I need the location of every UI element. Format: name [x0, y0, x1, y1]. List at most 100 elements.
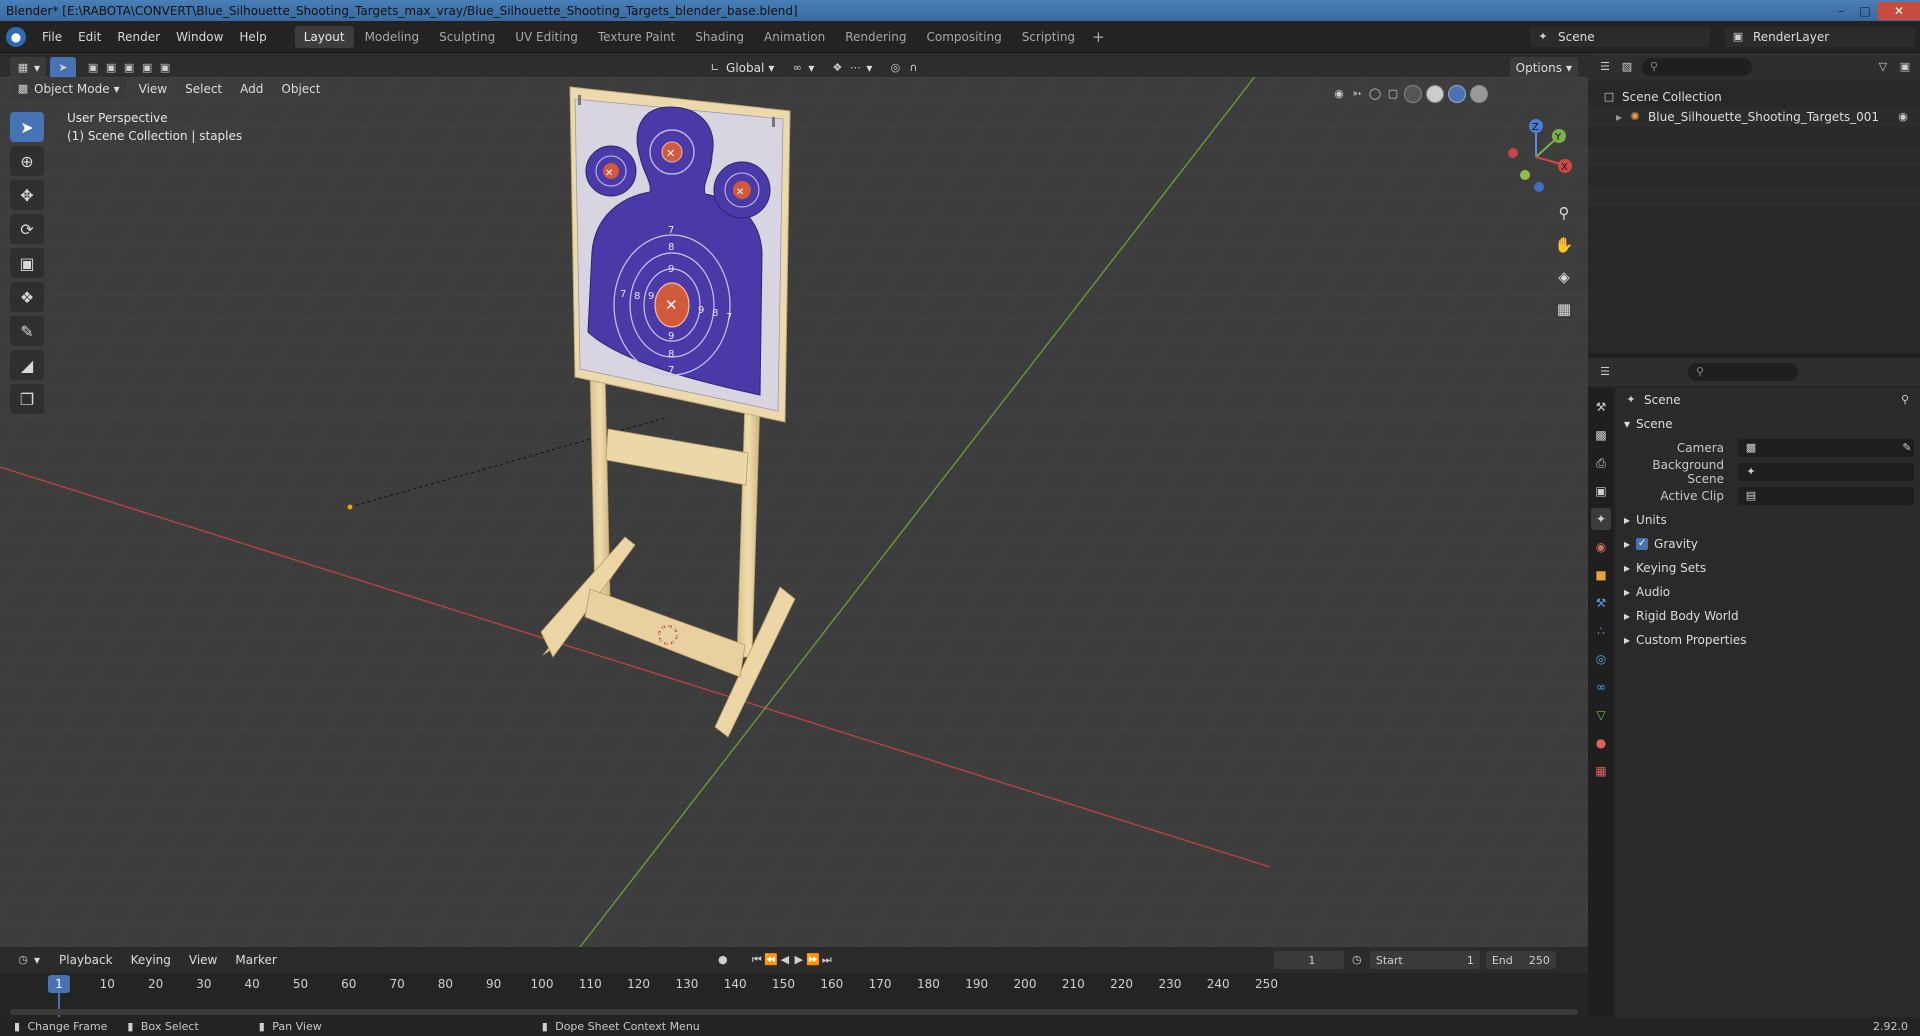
eyedropper-icon[interactable]: ✎ — [1900, 441, 1914, 455]
menu-file[interactable]: File — [34, 30, 70, 44]
view-layer-tab-icon[interactable]: ▣ — [1591, 480, 1611, 502]
menu-edit[interactable]: Edit — [70, 30, 109, 44]
world-tab-icon[interactable]: ◉ — [1591, 536, 1611, 558]
scene-tab-icon[interactable]: ✦ — [1591, 508, 1611, 530]
texture-tab-icon[interactable]: ▦ — [1591, 760, 1611, 782]
timeline-menu-marker[interactable]: Marker — [226, 953, 285, 967]
filter-icon[interactable]: ▽ — [1876, 60, 1890, 74]
stopwatch-icon[interactable]: ◷ — [1350, 953, 1364, 967]
tab-sculpting[interactable]: Sculpting — [430, 26, 504, 48]
tab-rendering[interactable]: Rendering — [836, 26, 915, 48]
custom-properties-panel[interactable]: ▸ Custom Properties — [1616, 628, 1920, 652]
keying-sets-panel[interactable]: ▸ Keying Sets — [1616, 556, 1920, 580]
select-box-tool[interactable]: ➤ — [10, 112, 44, 142]
timeline-menu-keying[interactable]: Keying — [122, 953, 180, 967]
proportional-edit-toggle[interactable]: ◎ ∩ — [882, 57, 926, 79]
viewport-menu-view[interactable]: View — [130, 82, 176, 96]
outliner-editor-icon[interactable]: ☰ — [1598, 60, 1612, 74]
start-frame-field[interactable]: Start 1 — [1369, 951, 1480, 969]
tab-shading[interactable]: Shading — [686, 26, 753, 48]
play-icon[interactable]: ▶ — [792, 953, 806, 967]
jump-start-icon[interactable]: ⏮ — [750, 953, 764, 967]
viewport-menu-select[interactable]: Select — [176, 82, 231, 96]
object-mode-dropdown[interactable]: ▩ Object Mode ▾ — [10, 78, 126, 100]
object-tab-icon[interactable]: ■ — [1591, 564, 1611, 586]
particles-tab-icon[interactable]: ∴ — [1591, 620, 1611, 642]
annotate-tool[interactable]: ✎ — [10, 316, 44, 346]
camera-view-icon[interactable]: ◈ — [1550, 263, 1578, 291]
scale-tool[interactable]: ▣ — [10, 248, 44, 278]
tab-scripting[interactable]: Scripting — [1013, 26, 1084, 48]
gizmo-toggle-icon[interactable]: ➳ — [1350, 87, 1364, 101]
tool-tab-icon[interactable]: ⚒ — [1591, 396, 1611, 418]
menu-render[interactable]: Render — [109, 30, 168, 44]
outliner-scene-collection[interactable]: □ Scene Collection — [1588, 87, 1920, 107]
perspective-grid-icon[interactable]: ▦ — [1550, 295, 1578, 323]
pin-icon[interactable]: ⚲ — [1898, 393, 1912, 407]
prev-keyframe-icon[interactable]: ⏪ — [764, 953, 778, 967]
visibility-icon[interactable]: ◉ — [1332, 87, 1346, 101]
timeline-editor-type[interactable]: ◷ ▾ — [10, 949, 46, 971]
timeline-ruler[interactable]: 1 10 20 30 40 50 60 70 80 90 100 110 120 130 140 150 160… — [0, 973, 1588, 1017]
expand-arrow-icon[interactable]: ▸ — [1616, 110, 1622, 124]
tab-modeling[interactable]: Modeling — [356, 26, 429, 48]
properties-search-input[interactable]: ⚲ — [1688, 363, 1798, 381]
transform-tool[interactable]: ❖ — [10, 282, 44, 312]
pan-hand-icon[interactable]: ✋ — [1550, 231, 1578, 259]
scene-selector[interactable]: ✦ Scene — [1530, 27, 1710, 47]
new-collection-icon[interactable]: ▣ — [1898, 60, 1912, 74]
physics-tab-icon[interactable]: ◎ — [1591, 648, 1611, 670]
solid-shading-button[interactable] — [1426, 85, 1444, 103]
pivot-point-dropdown[interactable]: ∞ ▾ — [784, 57, 820, 79]
move-tool[interactable]: ✥ — [10, 180, 44, 210]
output-tab-icon[interactable]: ⎙ — [1591, 452, 1611, 474]
transform-orientation-dropdown[interactable]: ∟ Global ▾ — [702, 57, 780, 79]
audio-panel[interactable]: ▸ Audio — [1616, 580, 1920, 604]
add-cube-tool[interactable]: ❐ — [10, 384, 44, 414]
material-tab-icon[interactable]: ● — [1591, 732, 1611, 754]
scene-panel-header[interactable]: ▾ Scene — [1616, 412, 1920, 436]
measure-tool[interactable]: ◢ — [10, 350, 44, 380]
current-frame-field[interactable]: 1 — [1273, 951, 1344, 969]
navigation-gizmo[interactable]: Z Y X — [1496, 117, 1576, 197]
gravity-checkbox[interactable]: ✓ — [1636, 538, 1649, 550]
units-panel[interactable]: ▸ Units — [1616, 508, 1920, 532]
modifier-tab-icon[interactable]: ⚒ — [1591, 592, 1611, 614]
outliner-search-input[interactable]: ⚲ — [1642, 58, 1752, 76]
timeline-menu-playback[interactable]: Playback — [50, 953, 122, 967]
jump-end-icon[interactable]: ⏭ — [820, 953, 834, 967]
add-workspace-icon[interactable]: + — [1084, 28, 1113, 46]
overlay-toggle-icon[interactable]: ◯ — [1368, 87, 1382, 101]
rigid-body-world-panel[interactable]: ▸ Rigid Body World — [1616, 604, 1920, 628]
zoom-icon[interactable]: ⚲ — [1550, 199, 1578, 227]
constraints-tab-icon[interactable]: ∞ — [1591, 676, 1611, 698]
select-mode-button[interactable]: ➤ — [50, 57, 77, 79]
end-frame-field[interactable]: End 250 — [1485, 951, 1556, 969]
play-reverse-icon[interactable]: ◀ — [778, 953, 792, 967]
timeline[interactable]: ◷ ▾ Playback Keying View Marker ● ⏮ ⏪ ◀ ▶… — [0, 947, 1588, 1017]
tab-uv-editing[interactable]: UV Editing — [506, 26, 587, 48]
tab-animation[interactable]: Animation — [755, 26, 834, 48]
properties-editor[interactable]: ☰ ⚲ ⚒ ▩ ⎙ ▣ ✦ ◉ ■ ⚒ ∴ ◎ ∞ ▽ ● ▦ ✦ Scene … — [1588, 358, 1920, 1036]
properties-editor-icon[interactable]: ☰ — [1598, 365, 1612, 379]
background-scene-field[interactable]: ✦ — [1738, 463, 1914, 481]
camera-field[interactable]: ▩ ✎ — [1738, 439, 1914, 457]
minimize-button[interactable]: – — [1830, 2, 1852, 20]
active-clip-field[interactable]: ▤ — [1738, 487, 1914, 505]
tab-layout[interactable]: Layout — [294, 25, 354, 48]
material-preview-shading-button[interactable] — [1448, 85, 1466, 103]
record-icon[interactable]: ● — [716, 953, 730, 967]
light-object[interactable] — [347, 504, 353, 510]
tab-compositing[interactable]: Compositing — [917, 26, 1010, 48]
close-button[interactable]: ✕ — [1878, 1, 1920, 20]
render-layer-selector[interactable]: ▣ RenderLayer — [1725, 27, 1915, 47]
next-keyframe-icon[interactable]: ⏩ — [806, 953, 820, 967]
gravity-panel[interactable]: ▸ ✓ Gravity — [1616, 532, 1920, 556]
timeline-menu-view[interactable]: View — [180, 953, 226, 967]
xray-toggle-icon[interactable]: ▢ — [1386, 87, 1400, 101]
render-tab-icon[interactable]: ▩ — [1591, 424, 1611, 446]
3d-viewport[interactable]: ✕ ✕ ✕ ✕ 7 8 9 9 8 7 9 8 7 9 8 7 ▩ Object … — [0, 77, 1588, 947]
options-button[interactable]: Options ▾ — [1509, 57, 1578, 79]
data-tab-icon[interactable]: ▽ — [1591, 704, 1611, 726]
outliner[interactable]: ☰ ▧ ⚲ ▽ ▣ □ Scene Collection ▸ ✺ Blue_Si… — [1588, 53, 1920, 353]
